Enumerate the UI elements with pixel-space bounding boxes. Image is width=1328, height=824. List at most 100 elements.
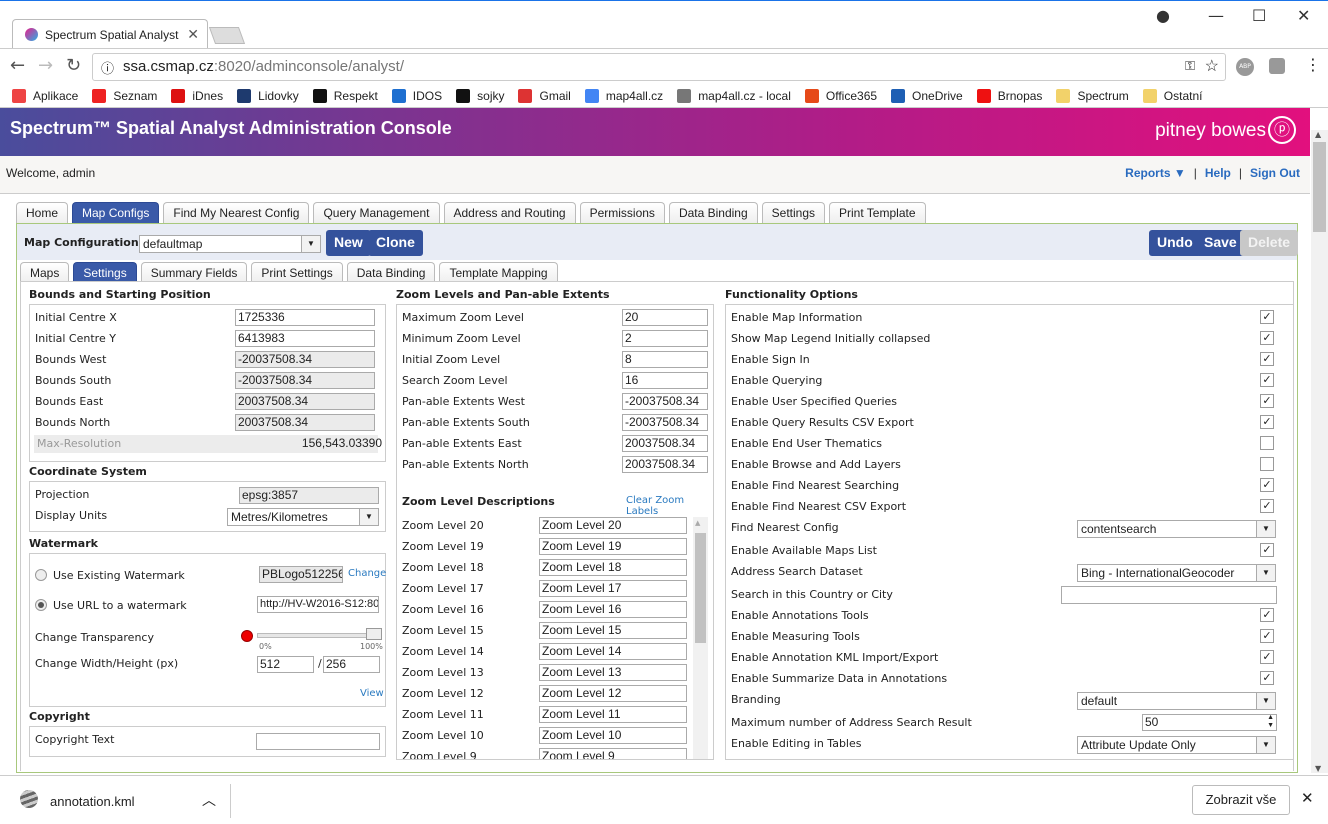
option-checkbox[interactable]: ✓ [1260,394,1274,408]
option-select[interactable]: Attribute Update Only ▼ [1077,736,1276,754]
option-checkbox[interactable]: ✓ [1260,671,1274,685]
option-select[interactable]: default ▼ [1077,692,1276,710]
zoom-field[interactable]: 20037508.34 [622,435,708,452]
maximize-icon[interactable]: ☐ [1252,6,1266,25]
option-checkbox[interactable] [1260,436,1274,450]
tab-find-my-nearest-config[interactable]: Find My Nearest Config [163,202,310,223]
bookmark-11[interactable]: OneDrive [891,88,963,103]
clear-zoom-labels-link[interactable]: Clear Zoom Labels [626,495,713,517]
extension-icon[interactable] [1269,58,1285,74]
save-button[interactable]: Save [1196,230,1245,256]
option-checkbox[interactable]: ✓ [1260,478,1274,492]
zoom-field[interactable]: -20037508.34 [622,414,708,431]
zoom-desc-field[interactable]: Zoom Level 17 [539,580,687,597]
tab-data-binding[interactable]: Data Binding [346,262,436,283]
option-checkbox[interactable]: ✓ [1260,373,1274,387]
forward-icon[interactable]: → [38,55,53,76]
zoom-field[interactable]: 2 [622,330,708,347]
zoom-field[interactable]: 8 [622,351,708,368]
zoom-desc-field[interactable]: Zoom Level 16 [539,601,687,618]
map-config-select[interactable]: defaultmap ▼ [139,235,321,253]
option-checkbox[interactable]: ✓ [1260,415,1274,429]
display-units-select[interactable]: Metres/Kilometres ▼ [227,508,379,526]
copyright-field[interactable] [256,733,380,750]
tab-template-mapping[interactable]: Template Mapping [439,262,558,283]
scrollbar-thumb[interactable] [1313,142,1326,232]
zoom-desc-field[interactable]: Zoom Level 12 [539,685,687,702]
tab-home[interactable]: Home [16,202,69,223]
tab-summary-fields[interactable]: Summary Fields [140,262,248,283]
bookmark-10[interactable]: Office365 [804,88,877,103]
help-link[interactable]: Help [1205,166,1231,180]
zoom-desc-field[interactable]: Zoom Level 14 [539,643,687,660]
browser-tab[interactable]: Spectrum Spatial Analyst ✕ [12,19,208,49]
star-icon[interactable]: ☆ [1205,56,1219,76]
undo-button[interactable]: Undo [1149,230,1201,256]
option-checkbox[interactable]: ✓ [1260,499,1274,513]
close-tab-icon[interactable]: ✕ [187,26,199,43]
bookmark-1[interactable]: Seznam [92,88,157,103]
zoom-desc-field[interactable]: Zoom Level 9 [539,748,687,759]
bookmark-5[interactable]: IDOS [391,88,442,103]
tab-data-binding[interactable]: Data Binding [668,202,758,223]
option-checkbox[interactable]: ✓ [1260,608,1274,622]
clone-button[interactable]: Clone [368,230,423,256]
bookmark-4[interactable]: Respekt [312,88,378,103]
download-item[interactable]: annotation.kml [50,794,135,809]
key-icon[interactable]: ⚿ [1185,58,1195,74]
profile-icon[interactable]: ● [1156,6,1170,25]
menu-icon[interactable]: ⋮ [1305,55,1321,74]
height-field[interactable]: 256 [323,656,380,673]
watermark-url-field[interactable]: http://HV-W2016-S12:8020 [257,596,379,613]
address-bar[interactable]: ⓘ ssa.csmap.cz:8020/adminconsole/analyst/… [92,53,1226,81]
zoom-desc-field[interactable]: Zoom Level 18 [539,559,687,576]
tab-map-configs[interactable]: Map Configs [72,202,160,223]
width-field[interactable]: 512 [257,656,314,673]
option-checkbox[interactable]: ✓ [1260,650,1274,664]
bookmark-7[interactable]: Gmail [518,88,571,103]
option-text-field[interactable] [1061,586,1277,604]
zoom-desc-field[interactable]: Zoom Level 10 [539,727,687,744]
option-checkbox[interactable]: ✓ [1260,629,1274,643]
tab-settings[interactable]: Settings [73,262,137,283]
tab-maps[interactable]: Maps [20,262,70,283]
use-existing-radio[interactable] [35,569,47,581]
show-all-downloads-button[interactable]: Zobrazit vše [1192,785,1290,815]
view-link[interactable]: View [360,688,384,699]
zoom-desc-scrollbar[interactable]: ▲ [693,517,708,759]
zoom-field[interactable]: 16 [622,372,708,389]
reload-icon[interactable]: ↻ [66,55,81,76]
option-checkbox[interactable]: ✓ [1260,331,1274,345]
tab-query-management[interactable]: Query Management [313,202,440,223]
bookmark-6[interactable]: sojky [456,88,504,103]
chevron-up-icon[interactable]: ︿ [202,790,216,810]
zoom-desc-field[interactable]: Zoom Level 15 [539,622,687,639]
adblock-icon[interactable]: ABP [1236,58,1254,76]
option-select[interactable]: contentsearch ▼ [1077,520,1276,538]
bookmark-2[interactable]: iDnes [171,88,223,103]
zoom-desc-field[interactable]: Zoom Level 20 [539,517,687,534]
zoom-desc-field[interactable]: Zoom Level 11 [539,706,687,723]
sign-out-link[interactable]: Sign Out [1250,166,1300,180]
page-scrollbar[interactable]: ▲ ▼ [1311,130,1328,773]
slider-thumb[interactable] [366,628,382,640]
minimize-icon[interactable]: — [1208,6,1224,25]
bookmark-13[interactable]: Spectrum [1056,88,1129,103]
tab-address-and-routing[interactable]: Address and Routing [443,202,576,223]
zoom-desc-field[interactable]: Zoom Level 13 [539,664,687,681]
stepper-arrows-icon[interactable]: ▲ ▼ [1267,715,1274,730]
bookmark-8[interactable]: map4all.cz [584,88,663,103]
option-checkbox[interactable]: ✓ [1260,352,1274,366]
close-window-icon[interactable]: ✕ [1297,6,1310,25]
zoom-field[interactable]: 20037508.34 [622,456,708,473]
new-button[interactable]: New [326,230,371,256]
zoom-desc-field[interactable]: Zoom Level 19 [539,538,687,555]
existing-file-field[interactable]: PBLogo512256.png [259,566,343,583]
bookmark-9[interactable]: map4all.cz - local [677,88,791,103]
bookmark-3[interactable]: Lidovky [237,88,299,103]
option-checkbox[interactable]: ✓ [1260,310,1274,324]
bookmark-12[interactable]: Brnopas [976,88,1042,103]
option-checkbox[interactable]: ✓ [1260,543,1274,557]
bounds-field[interactable]: 1725336 [235,309,375,326]
option-checkbox[interactable] [1260,457,1274,471]
